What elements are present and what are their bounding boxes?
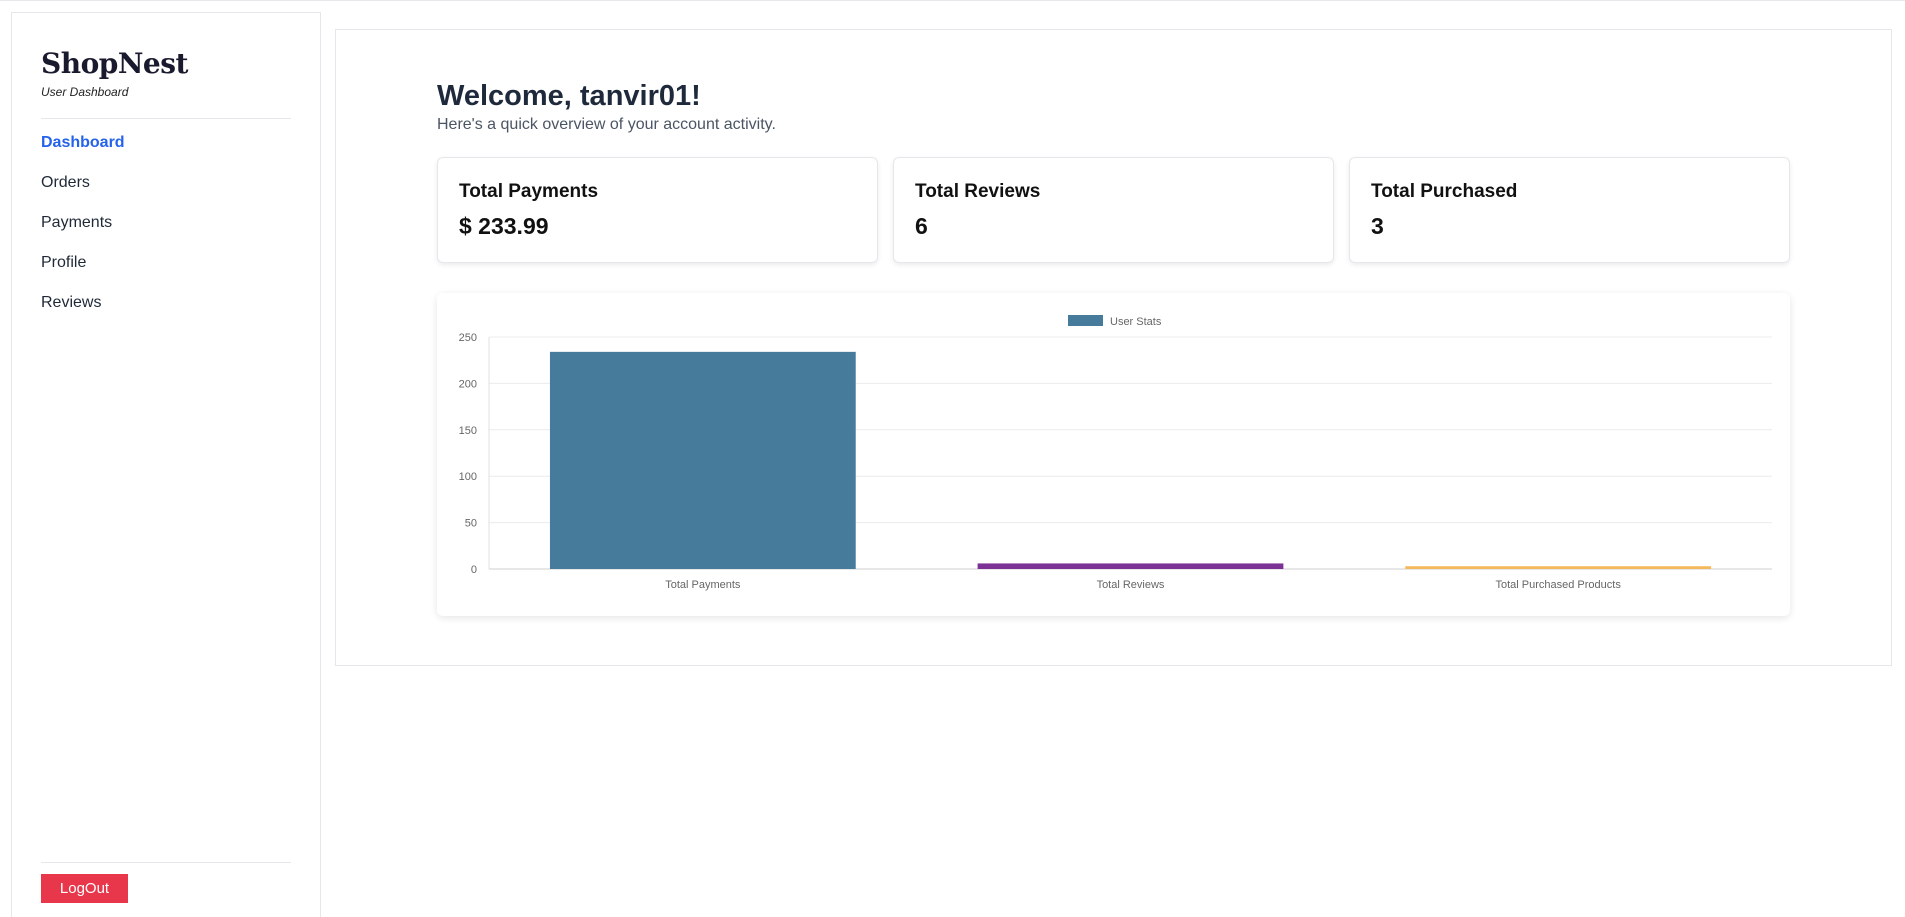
bar-total-reviews bbox=[977, 563, 1284, 569]
logout-button[interactable]: LogOut bbox=[41, 874, 128, 903]
y-tick-label: 50 bbox=[465, 518, 477, 530]
sidebar-footer-divider bbox=[41, 862, 291, 863]
y-tick-label: 100 bbox=[459, 471, 477, 483]
sidebar-item-profile[interactable]: Profile bbox=[41, 254, 125, 294]
sidebar-item-reviews[interactable]: Reviews bbox=[41, 294, 125, 334]
x-tick-label: Total Purchased Products bbox=[1495, 579, 1621, 591]
bar-total-payments bbox=[549, 351, 856, 569]
top-border bbox=[0, 0, 1905, 1]
y-tick-label: 0 bbox=[471, 564, 477, 576]
sidebar-nav: Dashboard Orders Payments Profile Review… bbox=[41, 134, 125, 334]
dashboard-main: Welcome, tanvir01! Here's a quick overvi… bbox=[335, 29, 1892, 666]
x-tick-label: Total Payments bbox=[665, 579, 741, 591]
sidebar: ShopNest User Dashboard Dashboard Orders… bbox=[11, 12, 321, 917]
x-tick-label: Total Reviews bbox=[1097, 579, 1165, 591]
user-stats-chart: 0 50 100 150 200 250 Total Payments Total Revie… bbox=[437, 293, 1790, 616]
sidebar-item-payments[interactable]: Payments bbox=[41, 214, 125, 254]
brand-logo[interactable]: ShopNest bbox=[41, 47, 188, 80]
y-tick-label: 200 bbox=[459, 378, 477, 390]
y-tick-label: 250 bbox=[459, 332, 477, 344]
stat-card-payments: Total Payments $ 233.99 bbox=[437, 157, 878, 263]
sidebar-divider bbox=[41, 118, 291, 119]
page-subtitle: Here's a quick overview of your account … bbox=[437, 116, 776, 133]
bar-chart-svg: 0 50 100 150 200 250 Total Payments Total Revie… bbox=[459, 315, 1772, 591]
stat-label: Total Purchased bbox=[1371, 181, 1518, 202]
stat-value: 3 bbox=[1371, 213, 1384, 239]
sidebar-item-dashboard[interactable]: Dashboard bbox=[41, 134, 125, 174]
stat-label: Total Payments bbox=[459, 181, 599, 202]
legend-label: User Stats bbox=[1110, 316, 1162, 328]
stat-label: Total Reviews bbox=[915, 181, 1041, 202]
stat-card-purchased: Total Purchased 3 bbox=[1349, 157, 1790, 263]
page-title: Welcome, tanvir01! bbox=[437, 80, 701, 112]
stat-card-reviews: Total Reviews 6 bbox=[893, 157, 1334, 263]
stat-value: 6 bbox=[915, 213, 928, 239]
brand-subtitle: User Dashboard bbox=[41, 85, 129, 99]
stat-value: $ 233.99 bbox=[459, 213, 549, 239]
y-tick-label: 150 bbox=[459, 425, 477, 437]
legend-swatch bbox=[1068, 315, 1103, 326]
bar-total-purchased-products bbox=[1405, 566, 1712, 569]
sidebar-item-orders[interactable]: Orders bbox=[41, 174, 125, 214]
